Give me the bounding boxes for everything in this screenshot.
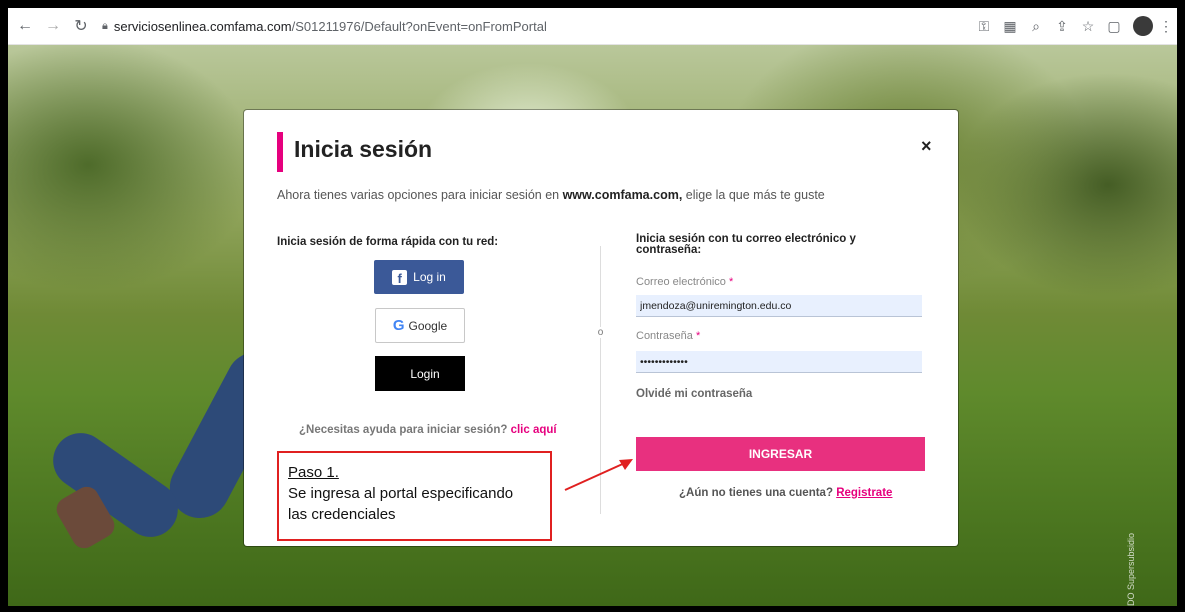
facebook-icon: f — [392, 269, 408, 286]
google-login-label: Google — [408, 318, 448, 333]
toolbar-actions: ⚿ ▦ ⌕ ⇪ ☆ ▢ ⋮ — [971, 8, 1173, 44]
menu-kebab-icon[interactable]: ⋮ — [1159, 18, 1173, 35]
key-icon[interactable]: ⚿ — [971, 18, 997, 35]
subtitle-domain: www.comfama.com, — [562, 188, 683, 202]
annotation-arrow-icon — [564, 459, 633, 491]
address-bar[interactable]: 🔒︎ serviciosenlinea.comfama.com/S0121197… — [102, 19, 547, 34]
runner-leg — [42, 422, 189, 548]
annotation-line-1: Se ingresa al portal especificando — [288, 485, 514, 502]
submit-button[interactable]: INGRESAR — [636, 437, 925, 471]
facebook-login-button[interactable]: f Log in — [374, 260, 464, 294]
google-login-button[interactable]: G Google — [375, 308, 465, 343]
email-label-text: Correo electrónico — [636, 276, 726, 288]
apple-login-label: Login — [410, 366, 440, 381]
required-mark: * — [728, 276, 734, 288]
or-separator: o — [595, 327, 606, 338]
url-host: serviciosenlinea.comfama.com — [113, 18, 292, 34]
side-panel-icon[interactable]: ▢ — [1101, 18, 1127, 35]
zoom-icon[interactable]: ⌕ — [1023, 18, 1049, 35]
annotation-step: Paso 1. — [288, 464, 339, 481]
browser-toolbar: ← → ↻ 🔒︎ serviciosenlinea.comfama.com/S0… — [8, 8, 1177, 45]
register-link[interactable]: Registrate — [836, 487, 892, 499]
reload-icon[interactable]: ↻ — [70, 15, 92, 37]
annotation-line-2: las credenciales — [288, 506, 396, 523]
lock-icon: 🔒︎ — [102, 19, 108, 32]
social-login-heading: Inicia sesión de forma rápida con tu red… — [277, 236, 499, 248]
email-login-heading: Inicia sesión con tu correo electrónico … — [636, 233, 856, 256]
close-icon[interactable]: × — [921, 136, 932, 157]
help-link[interactable]: clic aquí — [511, 424, 557, 436]
password-label: Contraseña * — [636, 330, 700, 342]
help-question: ¿Necesitas ayuda para iniciar sesión? — [299, 424, 508, 436]
forward-arrow-icon[interactable]: → — [42, 15, 64, 37]
password-field[interactable] — [636, 351, 922, 373]
forgot-password-link[interactable]: Olvidé mi contraseña — [636, 388, 752, 400]
required-mark: * — [695, 330, 701, 342]
modal-subtitle: Ahora tienes varias opciones para inicia… — [277, 188, 825, 202]
modal-title: Inicia sesión — [294, 136, 433, 162]
browser-window: ← → ↻ 🔒︎ serviciosenlinea.comfama.com/S0… — [8, 8, 1177, 606]
profile-avatar-icon[interactable] — [1133, 16, 1153, 36]
share-icon[interactable]: ⇪ — [1049, 18, 1075, 35]
url-path: /S01211976/Default?onEvent=onFromPortal — [291, 18, 547, 34]
title-accent-bar — [277, 132, 283, 172]
email-field[interactable] — [636, 295, 922, 317]
help-text: ¿Necesitas ayuda para iniciar sesión? cl… — [299, 424, 557, 436]
email-label: Correo electrónico * — [636, 276, 733, 288]
facebook-login-label: Log in — [413, 270, 446, 284]
password-label-text: Contraseña — [636, 330, 693, 342]
translate-icon[interactable]: ▦ — [997, 18, 1023, 35]
apple-login-button[interactable]: Login — [375, 356, 465, 391]
register-prompt: ¿Aún no tienes una cuenta? Registrate — [679, 487, 892, 499]
bookmark-star-icon[interactable]: ☆ — [1075, 18, 1101, 35]
subtitle-prefix: Ahora tienes varias opciones para inicia… — [277, 188, 563, 202]
back-arrow-icon[interactable]: ← — [14, 15, 36, 37]
no-account-text: ¿Aún no tienes una cuenta? — [679, 487, 833, 499]
annotation-box: Paso 1. Se ingresa al portal especifican… — [277, 451, 552, 541]
google-icon: G — [392, 317, 405, 334]
subtitle-suffix: elige la que más te guste — [682, 188, 825, 202]
watermark-text: VIGILADO Supersubsidio — [1126, 532, 1136, 606]
